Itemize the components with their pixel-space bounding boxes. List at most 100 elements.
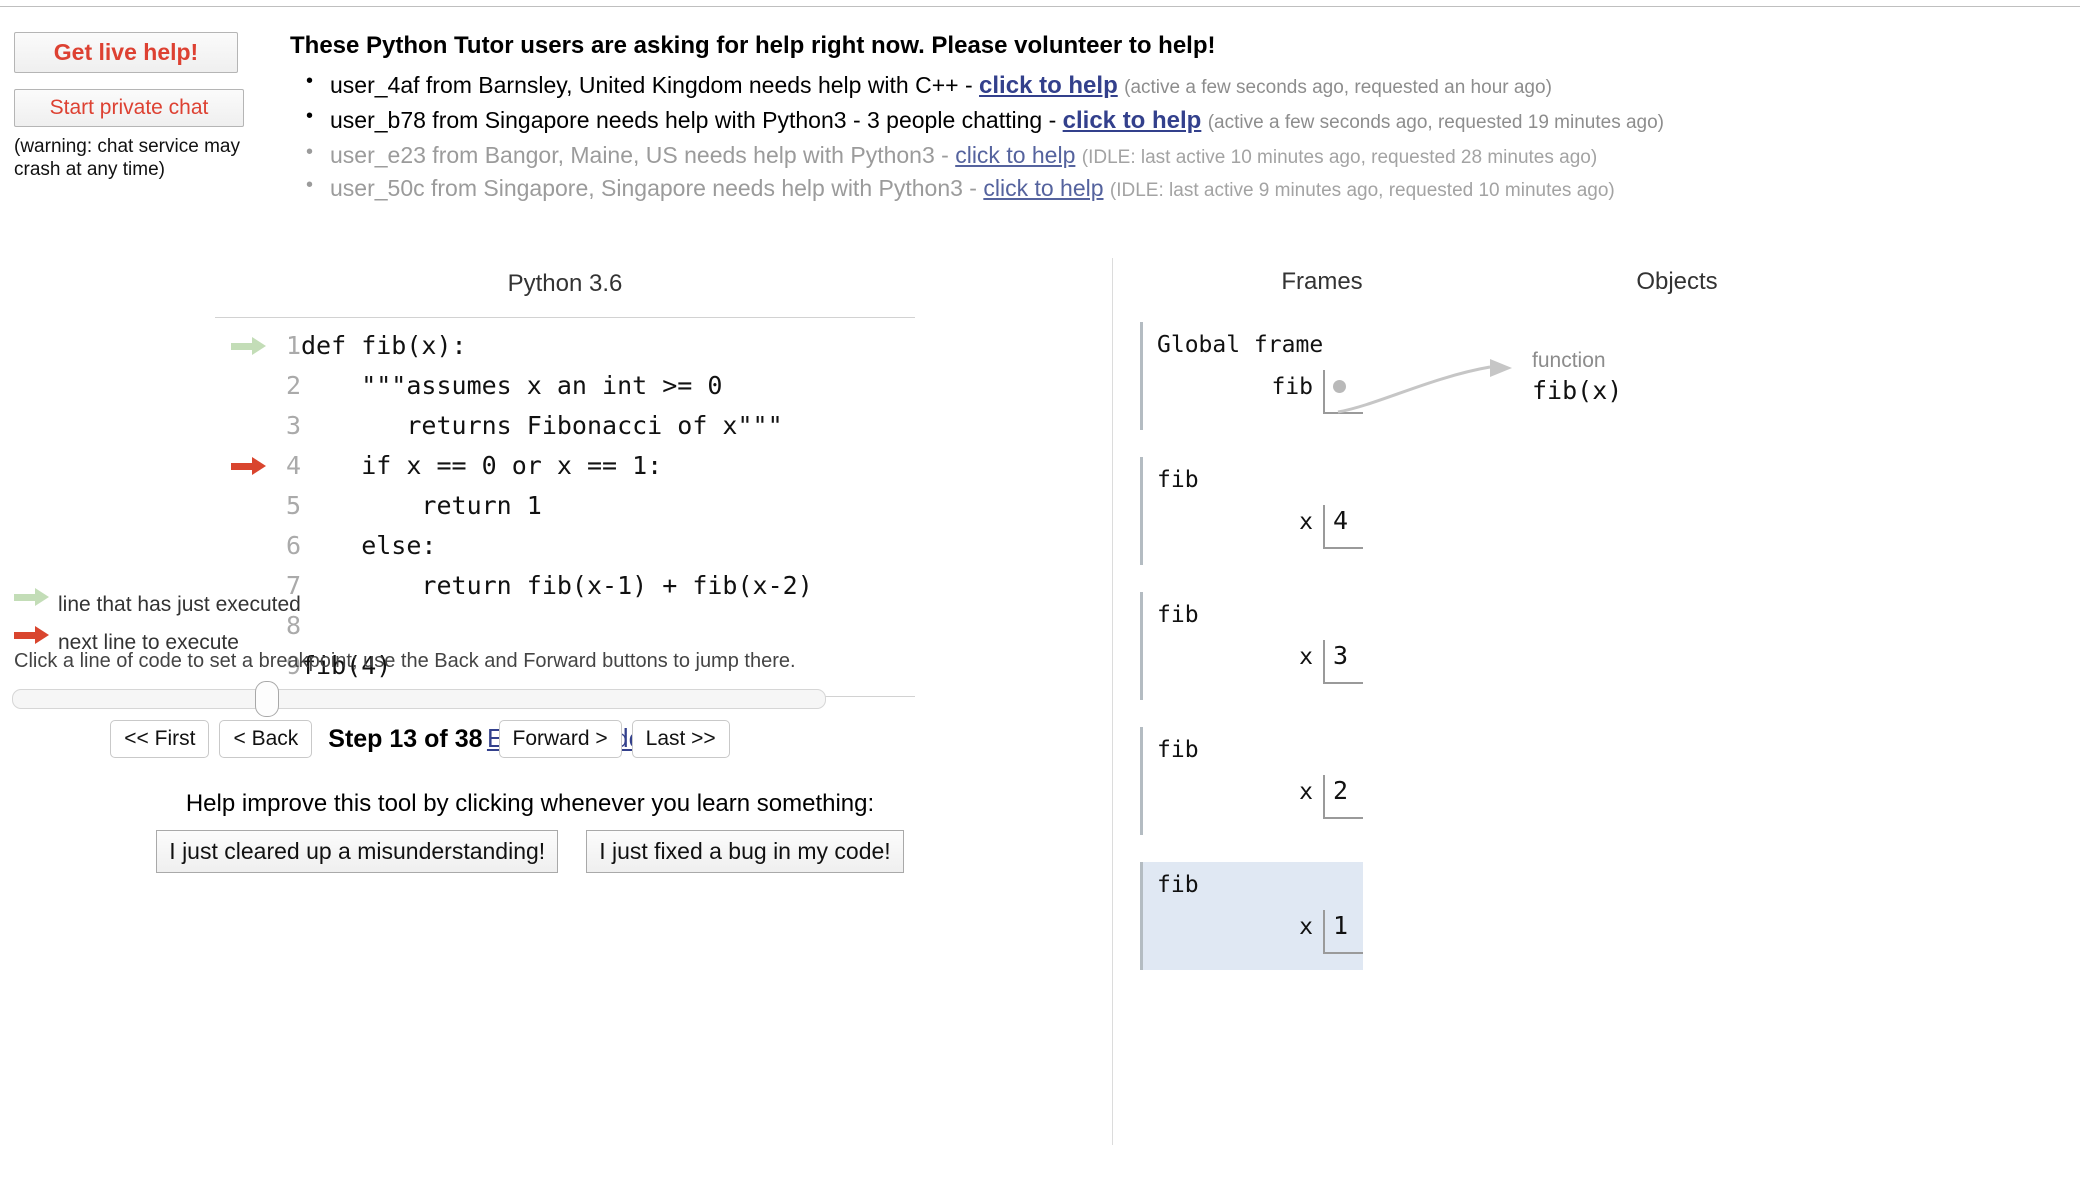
code-line-row[interactable]: 2 """assumes x an int >= 0 — [215, 366, 813, 406]
frame-variables: x4 — [1143, 505, 1363, 551]
stack-frame: fib x 1 — [1140, 862, 1363, 970]
stack-frame: Global frame fib — [1140, 322, 1363, 430]
variable-name: x — [1299, 914, 1313, 940]
frame-variables: x2 — [1143, 775, 1363, 821]
click-to-help-link[interactable]: click to help — [955, 142, 1075, 168]
click-to-help-link[interactable]: click to help — [979, 72, 1118, 99]
red-arrow-icon — [231, 446, 267, 486]
frame-title: fib — [1157, 872, 1199, 898]
feedback-buttons: I just cleared up a misunderstanding! I … — [0, 830, 1060, 873]
start-private-chat-button[interactable]: Start private chat — [14, 89, 244, 127]
help-request-meta: (active a few seconds ago, requested an … — [1124, 77, 1552, 98]
green-arrow-icon — [14, 577, 50, 617]
code-line-number[interactable]: 6 — [267, 526, 301, 566]
variable-value-box: 1 — [1323, 910, 1363, 954]
stack-frame: fib x 2 — [1140, 727, 1363, 835]
code-line-row[interactable]: 1 def fib(x): — [215, 326, 813, 366]
click-to-help-link[interactable]: click to help — [983, 175, 1103, 201]
visualization-pane: Frames Objects Global frame fib fib x 4 fib x 3… — [1112, 255, 2080, 1155]
heap-object-type: function — [1532, 349, 1606, 372]
heap-object: function fib(x) — [1532, 347, 1872, 407]
step-slider-handle[interactable] — [255, 681, 279, 717]
code-line-row[interactable]: 5 return 1 — [215, 486, 813, 526]
variable-name: x — [1299, 509, 1313, 535]
code-line-number[interactable]: 5 — [267, 486, 301, 526]
click-to-help-link[interactable]: click to help — [1063, 107, 1202, 134]
page-top-divider — [0, 6, 2080, 7]
code-line-arrow-cell — [215, 486, 267, 526]
variable-value-box — [1323, 370, 1363, 414]
frame-variable-row: x2 — [1157, 775, 1363, 821]
breakpoint-hint: Click a line of code to set a breakpoint… — [14, 650, 796, 672]
code-line-arrow-cell — [215, 326, 267, 366]
code-line-number[interactable]: 2 — [267, 366, 301, 406]
code-line-row[interactable]: 8 — [215, 606, 813, 646]
get-live-help-button[interactable]: Get live help! — [14, 32, 238, 73]
variable-name: fib — [1271, 374, 1313, 400]
cleared-misunderstanding-button[interactable]: I just cleared up a misunderstanding! — [156, 830, 559, 873]
step-counter: Step 13 of 38 — [328, 724, 483, 753]
help-request-description: user_e23 from Bangor, Maine, US needs he… — [330, 141, 956, 168]
legend-executed-label: line that has just executed — [58, 593, 301, 616]
code-line-text[interactable]: else: — [301, 526, 813, 566]
variable-value: 2 — [1333, 776, 1349, 805]
code-line-row[interactable]: 7 return fib(x-1) + fib(x-2) — [215, 566, 813, 606]
frames-header: Frames — [1281, 268, 1363, 295]
red-arrow-icon — [14, 615, 50, 655]
frame-variable-row: x1 — [1157, 910, 1363, 956]
variable-value-box: 4 — [1323, 505, 1363, 549]
python-version-label: Python 3.6 — [507, 270, 623, 297]
heap-object-label: fib(x) — [1532, 376, 1623, 405]
forward-button[interactable]: Forward > — [498, 720, 622, 758]
frame-title: Global frame — [1157, 332, 1324, 358]
code-line-number[interactable]: 3 — [267, 406, 301, 446]
frame-title: fib — [1157, 602, 1199, 628]
variable-value: 4 — [1333, 506, 1349, 535]
variable-value: 1 — [1333, 911, 1349, 940]
variable-name: x — [1299, 644, 1313, 670]
help-request-item: user_e23 from Bangor, Maine, US needs he… — [290, 138, 2070, 173]
code-line-text[interactable]: returns Fibonacci of x""" — [301, 406, 813, 446]
help-request-item: user_4af from Barnsley, United Kingdom n… — [290, 67, 2070, 103]
variable-value-box: 2 — [1323, 775, 1363, 819]
code-line-text[interactable]: """assumes x an int >= 0 — [301, 366, 813, 406]
code-line-text[interactable]: return 1 — [301, 486, 813, 526]
help-request-meta: (IDLE: last active 9 minutes ago, reques… — [1109, 180, 1615, 202]
last-button[interactable]: Last >> — [631, 720, 730, 758]
code-line-text[interactable] — [301, 606, 813, 646]
legend-executed-line: line that has just executed — [14, 577, 301, 617]
step-slider[interactable] — [12, 681, 826, 717]
code-line-text[interactable]: if x == 0 or x == 1: — [301, 446, 813, 486]
code-line-row[interactable]: 3 returns Fibonacci of x""" — [215, 406, 813, 446]
code-line-arrow-cell — [215, 366, 267, 406]
code-display[interactable]: 1 def fib(x): 2 """assumes x an int >= 03 … — [215, 317, 915, 697]
frame-variables: fib — [1143, 370, 1363, 416]
help-request-description: user_b78 from Singapore needs help with … — [330, 107, 1063, 134]
help-request-list: user_4af from Barnsley, United Kingdom n… — [290, 67, 2070, 206]
first-button[interactable]: << First — [110, 720, 210, 758]
frame-variable-row: x4 — [1157, 505, 1363, 551]
code-line-row[interactable]: 6 else: — [215, 526, 813, 566]
help-request-meta: (active a few seconds ago, requested 19 … — [1207, 112, 1665, 134]
code-line-text[interactable]: return fib(x-1) + fib(x-2) — [301, 566, 812, 606]
code-line-row[interactable]: 4 if x == 0 or x == 1: — [215, 446, 813, 486]
frame-variables: x3 — [1143, 640, 1363, 686]
chat-buttons-group: Get live help! Start private chat (warni… — [14, 32, 254, 181]
feedback-section: Help improve this tool by clicking whene… — [0, 790, 1060, 873]
fixed-bug-button[interactable]: I just fixed a bug in my code! — [586, 830, 904, 873]
help-request-description: user_50c from Singapore, Singapore needs… — [330, 175, 984, 202]
help-request-item: user_b78 from Singapore needs help with … — [290, 102, 2070, 138]
green-arrow-icon — [231, 326, 267, 366]
stack-frame: fib x 4 — [1140, 457, 1363, 565]
code-line-number[interactable]: 4 — [267, 446, 301, 486]
frame-variable-row: fib — [1157, 370, 1363, 416]
variable-value: 3 — [1333, 641, 1349, 670]
code-line-number[interactable]: 1 — [267, 326, 301, 366]
variable-value-box: 3 — [1323, 640, 1363, 684]
legend-next-line: next line to execute — [14, 615, 239, 655]
help-headline: These Python Tutor users are asking for … — [290, 32, 1216, 59]
frame-variable-row: x3 — [1157, 640, 1363, 686]
code-line-text[interactable]: def fib(x): — [301, 326, 813, 366]
back-button[interactable]: < Back — [219, 720, 313, 758]
stack-frame: fib x 3 — [1140, 592, 1363, 700]
